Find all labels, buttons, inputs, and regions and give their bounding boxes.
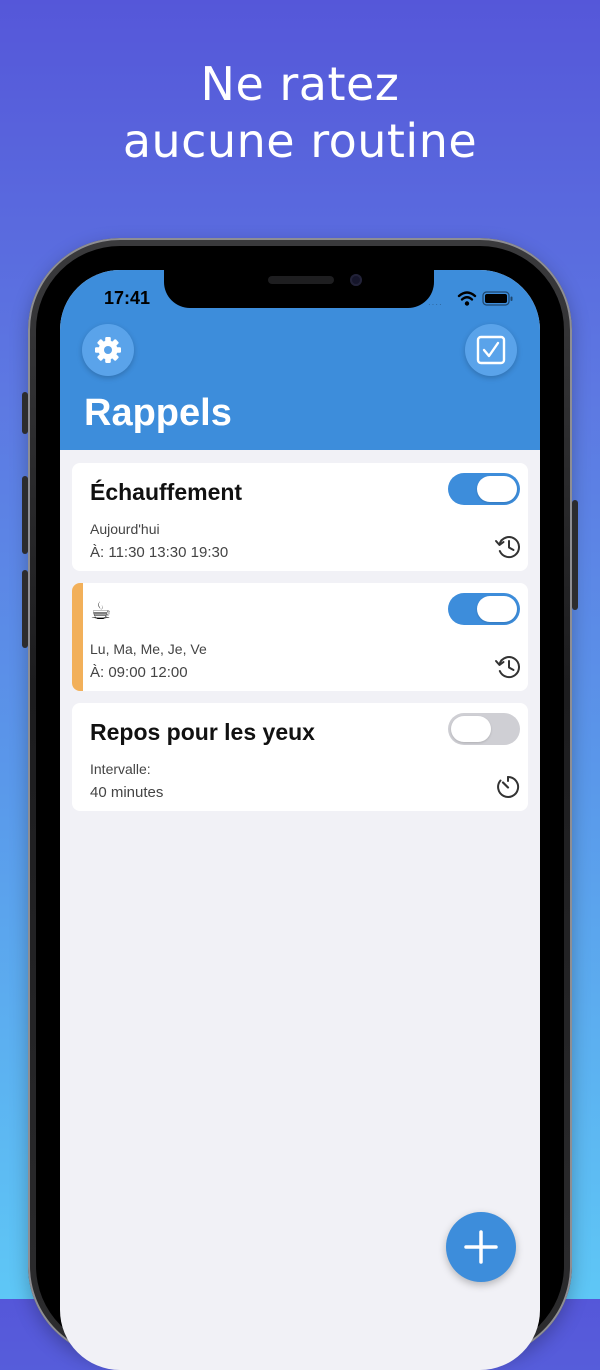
reminder-interval-label: Intervalle: bbox=[90, 761, 151, 777]
promo-headline-line1: Ne ratez bbox=[200, 57, 400, 111]
reminder-times: À: 11:30 13:30 19:30 bbox=[90, 544, 229, 561]
history-clock-icon bbox=[495, 656, 520, 679]
phone-volume-down-button bbox=[22, 570, 28, 648]
reminder-color-accent bbox=[72, 583, 83, 691]
reminder-schedule: Lu, Ma, Me, Je, Ve bbox=[90, 641, 207, 657]
cellular-signal-icon: ···· bbox=[428, 300, 443, 309]
reminder-toggle[interactable] bbox=[448, 473, 520, 505]
notch bbox=[164, 270, 434, 308]
history-clock-icon bbox=[495, 536, 520, 559]
toggle-knob bbox=[477, 596, 517, 622]
phone-silent-switch bbox=[22, 392, 28, 434]
toggle-knob bbox=[451, 716, 491, 742]
reminder-schedule: Aujourd'hui bbox=[90, 521, 160, 537]
checkbox-icon bbox=[476, 335, 506, 365]
status-bar-icons bbox=[457, 291, 513, 306]
checklist-button[interactable] bbox=[465, 324, 517, 376]
reminder-title: Échauffement bbox=[90, 479, 243, 505]
reminder-card[interactable]: Échauffement Aujourd'hui À: 11:30 13:30 … bbox=[72, 463, 528, 571]
coffee-icon: ☕ bbox=[90, 598, 112, 625]
battery-icon bbox=[482, 291, 513, 306]
reminder-title: Repos pour les yeux bbox=[90, 719, 315, 745]
page-title: Rappels bbox=[84, 392, 232, 434]
reminder-card[interactable]: ☕ Lu, Ma, Me, Je, Ve À: 09:00 12:00 bbox=[72, 583, 528, 691]
speaker-grille bbox=[268, 276, 334, 284]
plus-icon bbox=[464, 1230, 498, 1264]
reminder-times: À: 09:00 12:00 bbox=[90, 664, 188, 681]
reminder-toggle[interactable] bbox=[448, 593, 520, 625]
front-camera bbox=[350, 274, 362, 286]
add-reminder-button[interactable] bbox=[446, 1212, 516, 1282]
reminder-toggle[interactable] bbox=[448, 713, 520, 745]
promo-headline: Ne ratez aucune routine bbox=[0, 56, 600, 170]
phone-volume-up-button bbox=[22, 476, 28, 554]
reminder-card[interactable]: Repos pour les yeux Intervalle: 40 minut… bbox=[72, 703, 528, 811]
app-header: 17:41 ···· Rappels bbox=[60, 270, 540, 450]
wifi-icon bbox=[457, 291, 477, 306]
promo-headline-line2: aucune routine bbox=[122, 114, 478, 168]
gear-icon bbox=[95, 337, 121, 363]
reminder-interval-value: 40 minutes bbox=[90, 784, 164, 801]
phone-screen: 17:41 ···· Rappels Échauffement Aujourd'… bbox=[60, 270, 540, 1370]
timer-icon bbox=[497, 775, 520, 798]
phone-power-button bbox=[572, 500, 578, 610]
toggle-knob bbox=[477, 476, 517, 502]
status-bar-time: 17:41 bbox=[104, 288, 151, 308]
settings-button[interactable] bbox=[82, 324, 134, 376]
